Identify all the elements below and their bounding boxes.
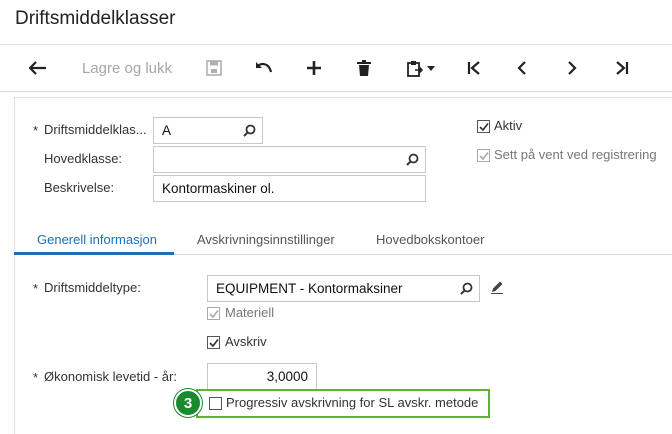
previous-record-button[interactable] <box>506 45 538 91</box>
page-title: Driftsmiddelklasser <box>15 8 176 29</box>
asset-type-value: EQUIPMENT - Kontormaksiner <box>216 281 403 296</box>
class-label: Driftsmiddelklas... <box>44 122 147 137</box>
tab-general-info[interactable]: Generell informasjon <box>37 232 157 247</box>
undo-icon <box>256 62 273 73</box>
description-label: Beskrivelse: <box>44 180 115 195</box>
step-number-badge: 3 <box>174 389 202 417</box>
search-icon[interactable] <box>406 153 419 166</box>
tab-gl-accounts[interactable]: Hovedbokskontoer <box>376 232 484 247</box>
tab-depreciation-settings[interactable]: Avskrivningsinnstillinger <box>197 232 335 247</box>
description-input[interactable]: Kontormaskiner ol. <box>153 175 426 202</box>
class-input[interactable]: A <box>153 117 263 144</box>
back-button[interactable] <box>22 45 54 91</box>
clipboard-icon <box>407 60 423 77</box>
tangible-checkbox[interactable] <box>207 307 220 320</box>
depreciate-checkbox[interactable] <box>207 336 220 349</box>
required-marker: * <box>33 281 39 296</box>
first-record-button[interactable] <box>458 45 490 91</box>
save-icon <box>206 60 222 76</box>
first-icon <box>467 61 480 75</box>
delete-button[interactable] <box>348 45 380 91</box>
required-marker: * <box>33 123 39 138</box>
progressive-depreciation-checkbox[interactable] <box>209 397 222 410</box>
useful-life-value: 3,0000 <box>266 369 308 384</box>
back-arrow-icon <box>29 61 46 75</box>
dropdown-caret-icon <box>427 65 435 71</box>
active-checkbox[interactable] <box>477 120 490 133</box>
useful-life-input[interactable]: 3,0000 <box>207 363 317 390</box>
last-record-button[interactable] <box>606 45 638 91</box>
undo-button[interactable] <box>248 45 280 91</box>
checkmark-icon <box>209 309 219 319</box>
chevron-left-icon <box>517 61 526 75</box>
tangible-label: Materiell <box>225 305 275 320</box>
search-icon[interactable] <box>460 282 473 295</box>
checkmark-icon <box>209 338 219 348</box>
main-class-input[interactable] <box>153 146 426 173</box>
clipboard-menu-button[interactable] <box>400 45 442 91</box>
main-class-label: Hovedklasse: <box>44 151 123 166</box>
progressive-depreciation-label: Progressiv avskrivning for SL avskr. met… <box>226 395 479 410</box>
depreciate-label: Avskriv <box>225 334 267 349</box>
trash-icon <box>357 60 371 76</box>
search-icon[interactable] <box>243 124 256 137</box>
description-value: Kontormaskiner ol. <box>162 181 275 196</box>
asset-type-input[interactable]: EQUIPMENT - Kontormaksiner <box>207 275 480 302</box>
useful-life-label: Økonomisk levetid - år: <box>44 369 177 384</box>
save-button[interactable] <box>198 45 230 91</box>
last-icon <box>616 61 629 75</box>
next-record-button[interactable] <box>556 45 588 91</box>
class-value: A <box>162 123 172 138</box>
hold-on-entry-label: Sett på vent ved registrering <box>494 147 657 162</box>
edit-pencil-icon[interactable] <box>490 280 504 294</box>
hold-on-entry-checkbox[interactable] <box>477 149 490 162</box>
chevron-right-icon <box>568 61 577 75</box>
add-button[interactable] <box>298 45 330 91</box>
save-close-button[interactable]: Lagre og lukk <box>72 45 182 91</box>
toolbar: Lagre og lukk <box>0 44 672 92</box>
checkmark-icon <box>479 122 489 132</box>
active-label: Aktiv <box>494 118 523 133</box>
plus-icon <box>307 61 321 75</box>
asset-type-label: Driftsmiddeltype: <box>44 280 141 295</box>
checkmark-icon <box>479 151 489 161</box>
required-marker: * <box>33 370 39 385</box>
